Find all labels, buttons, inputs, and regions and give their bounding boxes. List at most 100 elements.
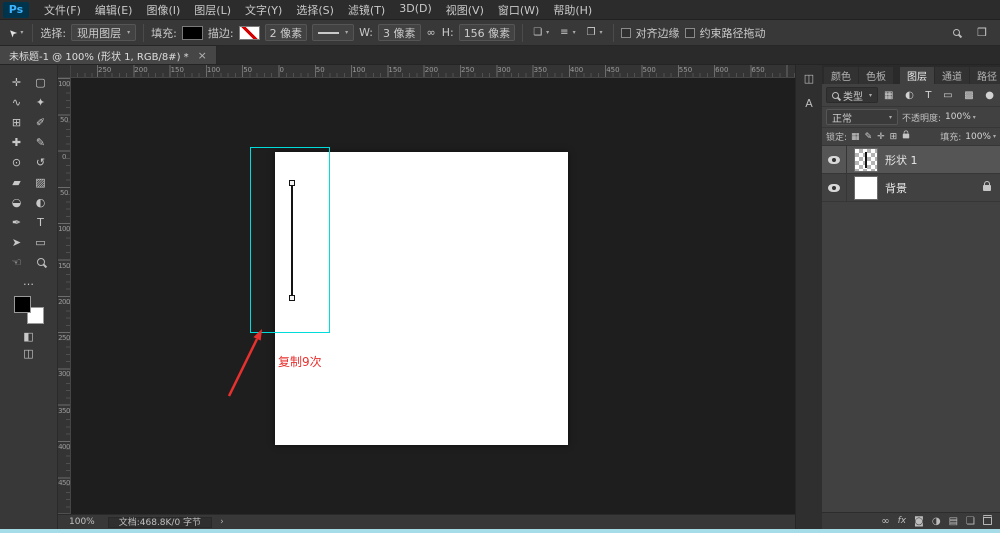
menu-item[interactable]: 窗口(W) <box>491 2 546 18</box>
width-label: W: <box>359 26 373 39</box>
panel-tab-layers[interactable]: 图层 <box>900 67 934 84</box>
menu-item[interactable]: 图像(I) <box>139 2 187 18</box>
opacity-value-dropdown[interactable]: 100% ▾ <box>945 112 976 122</box>
shape-height-input[interactable]: 156 像素 <box>459 24 516 41</box>
height-label: H: <box>442 26 454 39</box>
path-arrangement-dropdown[interactable]: ❐ ▾ <box>584 27 606 38</box>
stroke-width-input[interactable]: 2 像素 <box>265 24 308 41</box>
layer-name[interactable]: 形状 1 <box>885 152 918 168</box>
gradient-tool[interactable]: ▨ <box>29 173 53 191</box>
spot-healing-brush-tool[interactable]: ✚ <box>5 133 29 151</box>
shape-tool[interactable]: ▭ <box>29 233 53 251</box>
select-mode-dropdown[interactable]: 现用图层 ▾ <box>71 24 136 41</box>
filter-shape-layers-icon[interactable]: ▭ <box>943 90 952 101</box>
layer-thumbnail[interactable] <box>854 148 878 172</box>
crop-tool[interactable]: ⊞ <box>5 113 29 131</box>
workspace-switcher-icon[interactable]: ❒ <box>971 26 993 39</box>
eraser-tool[interactable]: ▰ <box>5 173 29 191</box>
layer-row-shape-1[interactable]: 形状 1 <box>822 146 1000 174</box>
document-tab[interactable]: 未标题-1 @ 100% (形状 1, RGB/8#) * × <box>0 46 217 64</box>
dodge-tool[interactable]: ◐ <box>29 193 53 211</box>
path-alignment-dropdown[interactable]: ≡ ▾ <box>557 27 578 38</box>
menu-item[interactable]: 帮助(H) <box>546 2 599 18</box>
layer-mask-icon[interactable]: ◙ <box>914 516 924 527</box>
zoom-level-field[interactable]: 100% <box>64 517 100 527</box>
lock-image-pixels-icon[interactable]: ✎ <box>865 132 873 142</box>
layer-visibility-toggle[interactable] <box>822 146 847 173</box>
filter-toggle-icon[interactable]: ● <box>985 90 994 101</box>
move-tool[interactable]: ✛ <box>5 73 29 91</box>
ruler-tick-label: 50 <box>58 189 70 197</box>
collapsed-panel-columns-icon[interactable]: ◫ <box>800 70 818 86</box>
blur-tool[interactable]: ◒ <box>5 193 29 211</box>
ruler-corner <box>58 65 71 78</box>
constrain-path-checkbox[interactable] <box>685 28 695 38</box>
menu-item[interactable]: 文件(F) <box>37 2 88 18</box>
lock-transparent-pixels-icon[interactable]: ▦ <box>851 132 860 142</box>
lasso-tool[interactable]: ∿ <box>5 93 29 111</box>
layer-thumbnail[interactable] <box>854 176 878 200</box>
menu-item[interactable]: 图层(L) <box>187 2 238 18</box>
filter-pixel-layers-icon[interactable]: ▦ <box>884 90 893 101</box>
fill-swatch[interactable] <box>182 26 203 40</box>
menu-item[interactable]: 视图(V) <box>439 2 491 18</box>
search-icon[interactable] <box>947 29 966 36</box>
panel-tab-channels[interactable]: 通道 <box>935 67 969 84</box>
panel-tab-swatches[interactable]: 色板 <box>859 67 893 84</box>
close-icon[interactable]: × <box>198 49 207 62</box>
new-group-icon[interactable]: ▤ <box>949 516 958 527</box>
stroke-type-dropdown[interactable]: ▾ <box>312 24 354 41</box>
brush-tool[interactable]: ✎ <box>29 133 53 151</box>
history-brush-tool[interactable]: ↺ <box>29 153 53 171</box>
eyedropper-tool[interactable]: ✐ <box>29 113 53 131</box>
lock-all-icon[interactable] <box>902 132 910 142</box>
collapsed-panel-character-icon[interactable]: A <box>800 95 818 111</box>
lock-position-icon[interactable]: ✛ <box>877 132 885 142</box>
edit-toolbar-icon[interactable]: … <box>0 275 57 288</box>
menu-item[interactable]: 滤镜(T) <box>341 2 392 18</box>
panel-tab-color[interactable]: 颜色 <box>824 67 858 84</box>
tool-preset-picker[interactable]: ➤ ▾ <box>7 27 25 38</box>
filter-adjustment-layers-icon[interactable]: ◐ <box>905 90 914 101</box>
adjustment-layer-icon[interactable]: ◑ <box>932 516 941 527</box>
status-chevron-icon[interactable]: › <box>220 517 224 527</box>
lock-artboard-icon[interactable]: ⊞ <box>890 132 898 142</box>
ruler-tick-label: 250 <box>98 66 111 74</box>
link-layers-icon[interactable]: ∞ <box>881 516 889 527</box>
layer-name[interactable]: 背景 <box>885 180 907 196</box>
quick-selection-tool[interactable]: ✦ <box>29 93 53 111</box>
zoom-tool[interactable] <box>29 253 53 271</box>
hand-tool[interactable]: ☜ <box>5 253 29 271</box>
shape-width-input[interactable]: 3 像素 <box>378 24 421 41</box>
filter-smart-object-icon[interactable]: ▩ <box>964 90 973 101</box>
menu-item[interactable]: 3D(D) <box>392 2 439 18</box>
menu-item[interactable]: 编辑(E) <box>88 2 140 18</box>
panel-tab-paths[interactable]: 路径 <box>970 67 1000 84</box>
align-edges-checkbox[interactable] <box>621 28 631 38</box>
type-tool[interactable]: T <box>29 213 53 231</box>
divider <box>522 24 523 42</box>
stroke-swatch[interactable] <box>239 26 260 40</box>
path-operations-dropdown[interactable]: ❏ ▾ <box>530 27 552 38</box>
blend-mode-dropdown[interactable]: 正常 ▾ <box>826 109 898 125</box>
shape-selection-bounds[interactable] <box>250 147 330 333</box>
layer-row-background[interactable]: 背景 <box>822 174 1000 202</box>
path-selection-tool[interactable]: ➤ <box>5 233 29 251</box>
new-layer-icon[interactable]: ❏ <box>966 516 975 527</box>
rectangular-marquee-tool[interactable]: ▢ <box>29 73 53 91</box>
screen-mode-icon[interactable]: ◫ <box>0 347 57 360</box>
quick-mask-icon[interactable]: ◧ <box>0 330 57 343</box>
filter-type-layers-icon[interactable]: T <box>925 90 931 101</box>
layer-visibility-toggle[interactable] <box>822 174 847 201</box>
canvas-area[interactable]: 2502001501005005010015020025030035040045… <box>58 65 795 514</box>
menu-item[interactable]: 文字(Y) <box>238 2 289 18</box>
layer-fill-dropdown[interactable]: 100% ▾ <box>965 132 996 142</box>
foreground-color-swatch[interactable] <box>14 296 31 313</box>
delete-layer-icon[interactable] <box>983 515 992 528</box>
pen-tool[interactable]: ✒ <box>5 213 29 231</box>
menu-item[interactable]: 选择(S) <box>289 2 341 18</box>
link-dimensions-icon[interactable]: ∞ <box>426 26 437 39</box>
layer-style-icon[interactable]: fx <box>898 516 907 526</box>
layer-filter-dropdown[interactable]: 类型 ▾ <box>826 87 878 103</box>
clone-stamp-tool[interactable]: ⊙ <box>5 153 29 171</box>
